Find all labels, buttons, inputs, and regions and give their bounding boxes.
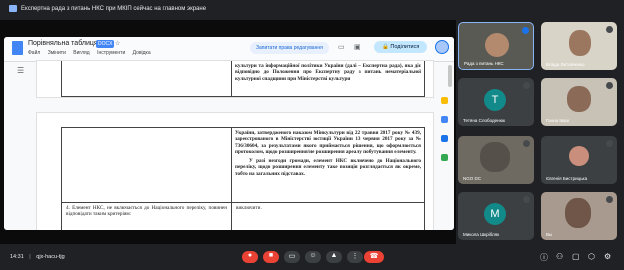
doc-page-2: України, затвердженого наказом Мінкульту… [36,112,434,230]
account-avatar[interactable] [435,40,449,54]
page2-cell-text-2: У разі незгоди громади, елемент НКС вклю… [235,158,421,177]
participant-video [480,142,510,172]
more-vert-icon: ⋮ [351,253,359,260]
menu-help[interactable]: Довідка [133,50,151,56]
menu-file[interactable]: Файл [28,50,40,56]
participant-avatar [569,146,589,166]
mic-off-icon: ● [247,252,253,259]
share-button[interactable]: 🔒 Поділитися [374,41,428,53]
participant-video [485,33,509,57]
call-controls-bar: 14:31 | qjx-hacu-tjg ● ■ ▭ ☺ ▲ ⋮ ☎ ⓘ ⚇ ▢… [0,246,624,270]
participant-name: NGO DC [463,176,481,181]
doc-menu-bar: Файл Змінити Вигляд Інструменти Довідка [28,50,157,56]
reactions-button[interactable]: ☺ [305,251,321,263]
people-icon[interactable]: ⚇ [556,252,563,261]
present-screen-icon [9,5,17,12]
outline-icon[interactable]: ☰ [17,66,24,75]
info-icon[interactable]: ⓘ [540,252,548,263]
meeting-code: qjx-hacu-tjg [36,254,65,260]
participant-tile[interactable]: M Микола Шкрібляк [458,192,534,240]
participant-name: Євгенія Бистрицька [546,176,588,181]
emoji-icon: ☺ [309,252,317,259]
camera-toggle-button[interactable]: ■ [263,251,279,263]
camera-icon[interactable]: ▣ [354,43,361,51]
page2-left-text: 4. Елемент НКС, не включається до Націон… [66,205,227,218]
participant-name: Микола Шкрібляк [463,232,500,237]
menu-tools[interactable]: Інструменти [97,50,125,56]
participant-tile[interactable]: Ганна Іваш [541,78,617,126]
participant-avatar: M [484,203,506,225]
star-icon[interactable]: ☆ [115,40,120,47]
participant-tile[interactable]: Влада Литовченко [541,22,617,70]
mic-off-icon [606,196,613,203]
tasks-icon[interactable] [441,116,448,123]
present-button[interactable]: ▲ [326,251,342,263]
comment-icon[interactable]: ▭ [338,43,345,51]
menu-view[interactable]: Вигляд [73,50,89,56]
vertical-scrollbar[interactable] [448,65,452,87]
meeting-time-and-code: 14:31 | qjx-hacu-tjg [10,254,65,260]
participant-avatar: Т [484,89,506,111]
mic-off-icon [606,82,613,89]
more-options-button[interactable]: ⋮ [347,251,363,263]
doc-page-1: культури та інформаційної політики Украї… [36,60,434,98]
table-cell: України, затвердженого наказом Мінкульту… [231,127,425,203]
captions-button[interactable]: ▭ [284,251,300,263]
share-label: Поділитися [390,44,420,50]
mic-off-icon [606,140,613,147]
hangup-icon: ☎ [369,253,379,260]
participant-tile[interactable]: Т Тетяна Слободенюк [458,78,534,126]
meeting-time: 14:31 [10,254,24,260]
participant-tile[interactable]: NGO DC [458,136,534,184]
doc-header: Порівняльна таблиця DOCX ☆ Файл Змінити … [4,37,454,62]
participant-video [567,86,591,112]
doc-title[interactable]: Порівняльна таблиця [28,40,98,47]
table-cell: 4. Елемент НКС, не включається до Націон… [61,202,232,230]
participant-tile[interactable]: Рада з питань НКС [458,22,534,70]
participant-name: Ганна Іваш [546,118,570,123]
doc-canvas: ☰ культури та інформаційної політики Укр… [4,60,454,230]
participant-video [565,198,591,228]
table-cell [61,127,232,203]
request-edit-button[interactable]: Запитати права редагування [250,42,329,54]
present-icon: ▲ [330,252,338,259]
side-panel-icons [441,97,451,173]
captions-icon: ▭ [288,253,296,260]
docx-badge: DOCX [96,40,115,48]
mic-off-icon [523,82,530,89]
keep-icon[interactable] [441,97,448,104]
host-controls-icon[interactable]: ⚙ [604,252,611,261]
end-call-button[interactable]: ☎ [364,251,384,263]
docs-icon [12,41,23,55]
participant-tile[interactable]: Вы [541,192,617,240]
participant-video [569,30,591,56]
page2-cell-text: України, затвердженого наказом Мінкульту… [235,130,421,155]
participant-name: Вы [546,232,553,237]
mic-off-icon [606,26,613,33]
participant-name: Рада з питань НКС [464,61,504,66]
maps-icon[interactable] [441,154,448,161]
shared-document: Порівняльна таблиця DOCX ☆ Файл Змінити … [4,37,454,230]
activities-icon[interactable]: ⬡ [588,252,595,261]
camera-off-icon: ■ [268,252,274,259]
separator: | [29,254,31,260]
chat-icon[interactable]: ▢ [572,252,580,261]
table-cell [61,61,232,97]
presentation-banner: Експертна рада з питань НКС при МКІП сей… [0,0,624,18]
table-cell: виключити. [231,202,425,230]
mic-toggle-button[interactable]: ● [242,251,258,263]
table-cell: культури та інформаційної політики Украї… [231,61,425,97]
banner-text: Експертна рада з питань НКС при МКІП сей… [21,6,207,12]
contacts-icon[interactable] [441,135,448,142]
speaking-icon [522,27,529,34]
page2-right-bottom-text: виключити. [236,205,262,211]
mic-off-icon [523,140,530,147]
participant-tile[interactable]: Євгенія Бистрицька [541,136,617,184]
menu-edit[interactable]: Змінити [48,50,66,56]
page1-cell-text: культури та інформаційної політики Украї… [235,63,421,82]
participant-name: Тетяна Слободенюк [463,118,505,123]
mic-off-icon [523,196,530,203]
participant-name: Влада Литовченко [546,62,585,67]
